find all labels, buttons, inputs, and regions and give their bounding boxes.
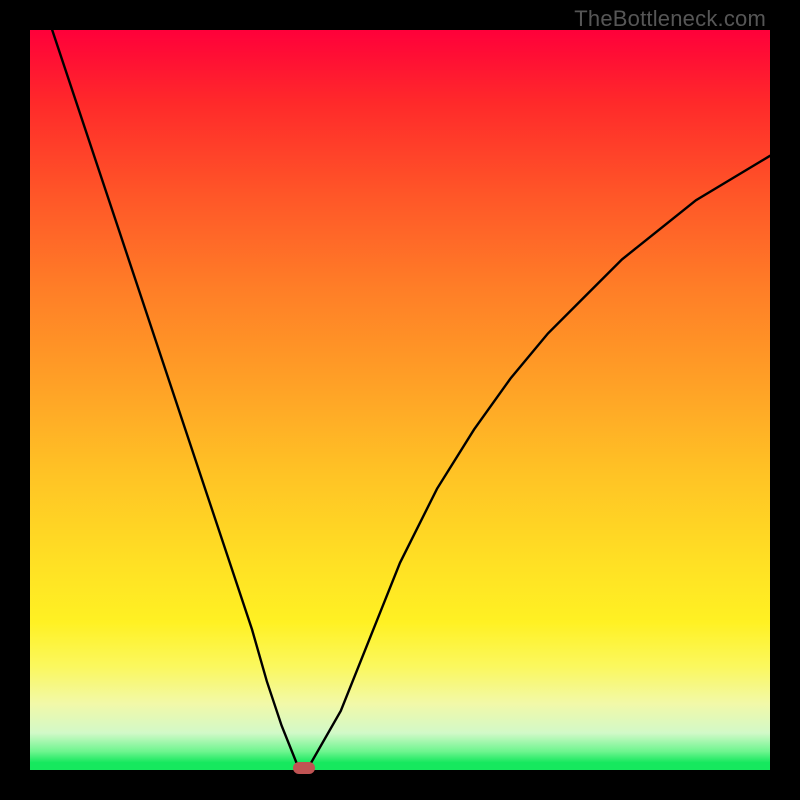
plot-area xyxy=(30,30,770,770)
bottleneck-curve xyxy=(52,30,770,770)
watermark-text: TheBottleneck.com xyxy=(574,6,766,32)
curve-svg xyxy=(30,30,770,770)
optimum-marker xyxy=(293,762,315,774)
chart-frame: TheBottleneck.com xyxy=(0,0,800,800)
